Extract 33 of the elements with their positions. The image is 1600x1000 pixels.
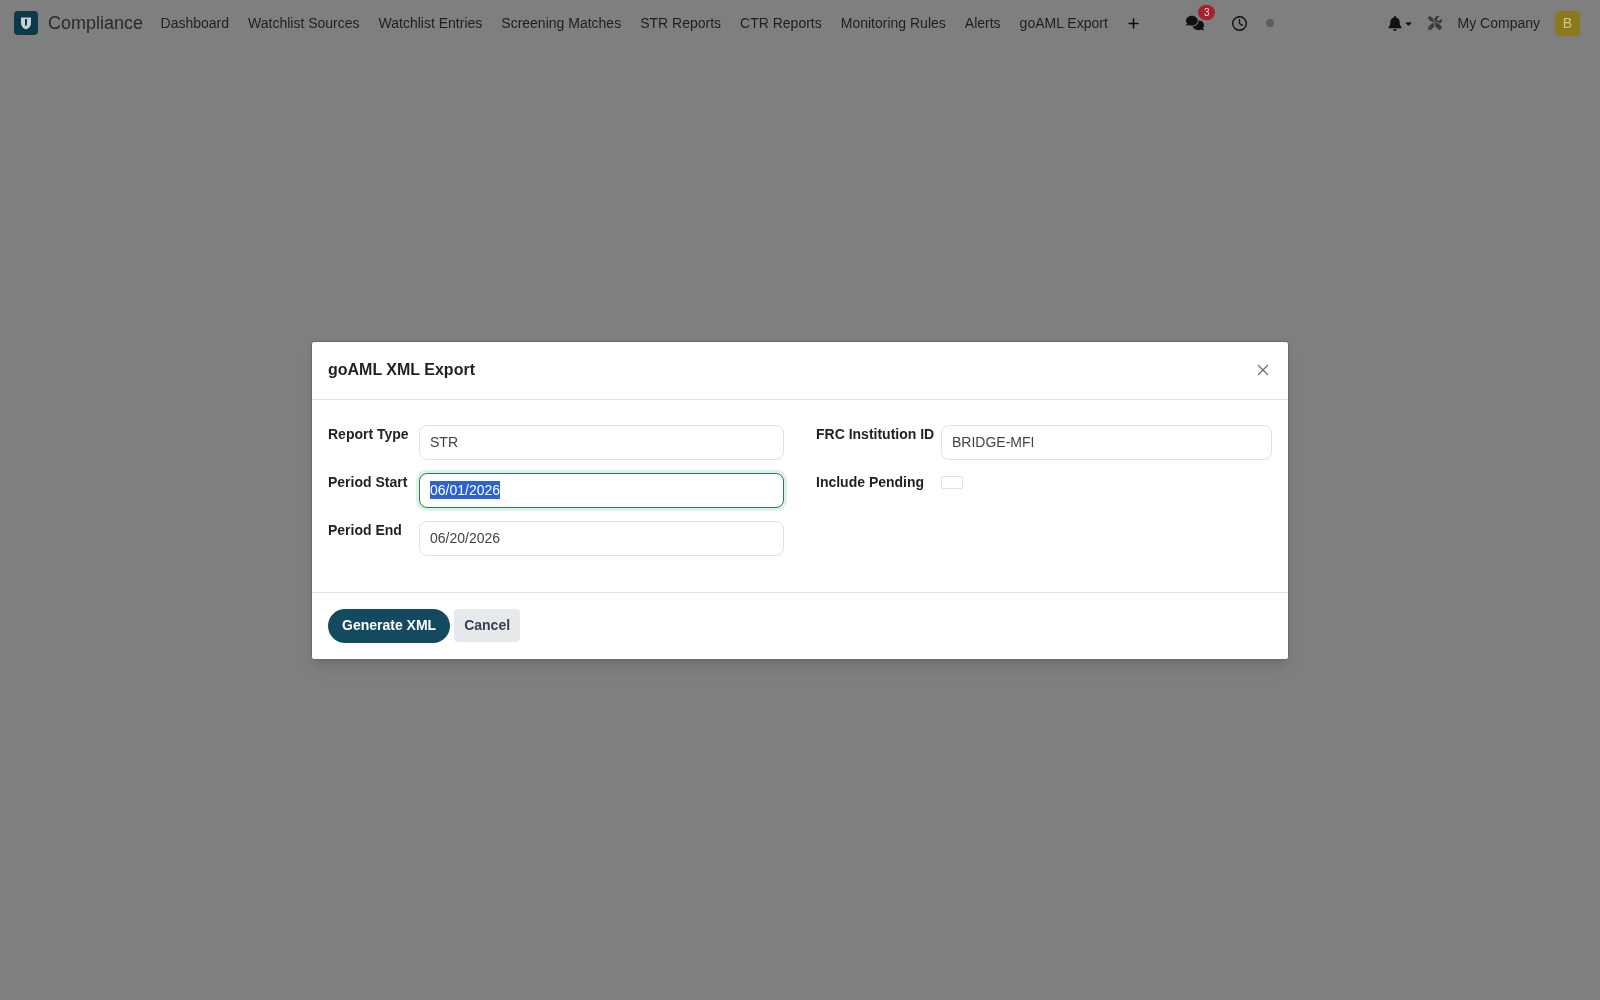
nav-menu-item[interactable]: STR Reports xyxy=(630,12,731,34)
chat-icon[interactable] xyxy=(1186,15,1205,31)
field-label: Include Pending xyxy=(816,472,926,491)
nav-menu-item[interactable]: Watchlist Sources xyxy=(238,12,370,34)
company-name[interactable]: My Company xyxy=(1457,12,1540,34)
nav-menu-item[interactable]: goAML Export xyxy=(1010,12,1118,34)
bell-icon[interactable] xyxy=(1387,15,1402,31)
status-dot-icon xyxy=(1266,19,1275,27)
field-label: Report Type xyxy=(328,424,410,443)
nav-menu-item[interactable]: Dashboard xyxy=(151,12,239,34)
generate-button[interactable]: Generate XML xyxy=(328,608,451,643)
dialog-title: goAML XML Export xyxy=(328,360,475,380)
nav-menu-item[interactable]: CTR Reports xyxy=(730,12,832,34)
app-name[interactable]: Compliance xyxy=(48,9,144,37)
nav-menu-item[interactable]: Screening Matches xyxy=(491,12,631,34)
input-field[interactable]: STR xyxy=(419,424,784,460)
user-avatar[interactable]: B xyxy=(1555,10,1580,36)
input-field[interactable]: BRIDGE-MFI xyxy=(941,424,1272,460)
field-label: Period End xyxy=(328,520,403,539)
clock-icon[interactable] xyxy=(1232,15,1248,31)
input-field[interactable]: 06/01/2026 xyxy=(419,472,784,508)
field-label: Period Start xyxy=(328,472,409,491)
tools-icon[interactable] xyxy=(1427,16,1442,30)
nav-menu-item[interactable]: Monitoring Rules xyxy=(831,12,956,34)
notification-badge: 3 xyxy=(1198,5,1216,20)
field-label: FRC Institution ID xyxy=(816,424,936,443)
plus-icon[interactable] xyxy=(1127,16,1141,30)
nav-menu-item[interactable]: Alerts xyxy=(955,12,1011,34)
cancel-button[interactable]: Cancel xyxy=(454,609,521,642)
input-field[interactable]: 06/20/2026 xyxy=(419,520,784,556)
shield-logo-icon xyxy=(14,11,38,35)
checkbox[interactable] xyxy=(941,475,963,489)
nav-menu-item[interactable]: Watchlist Entries xyxy=(369,12,492,34)
